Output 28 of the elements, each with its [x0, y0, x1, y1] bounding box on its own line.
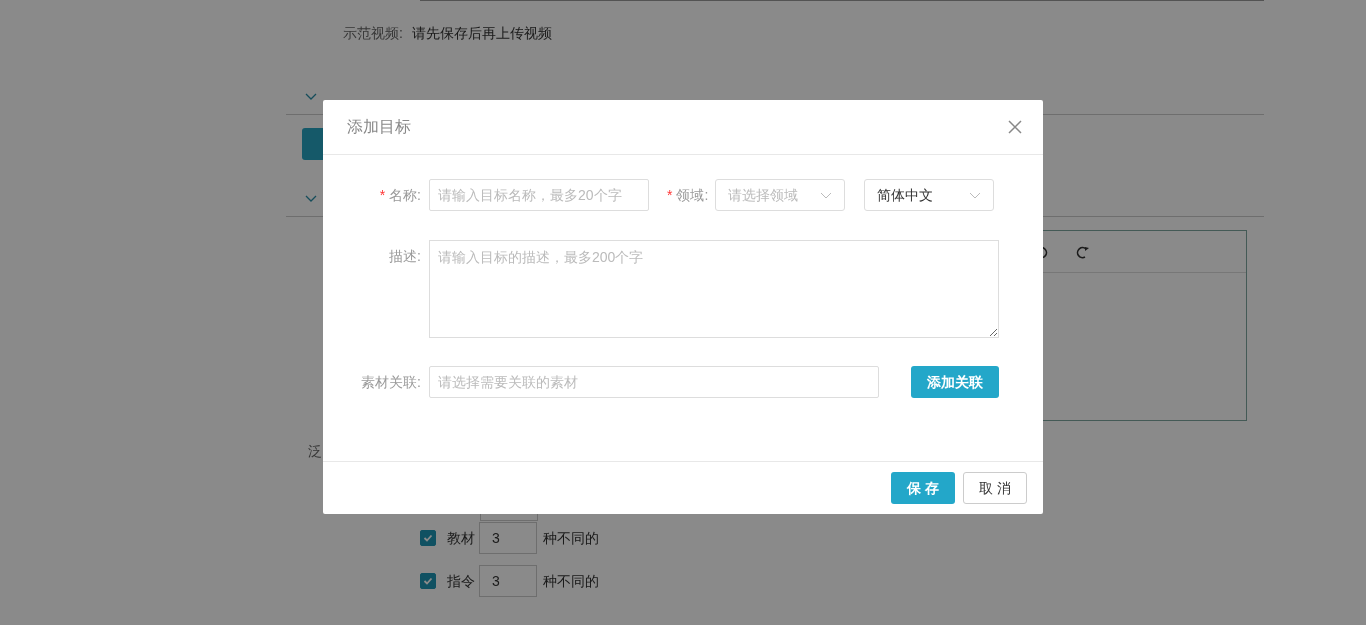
field-label: 描述: — [389, 248, 421, 264]
option-label: 指令 — [447, 571, 475, 591]
check-icon — [423, 576, 433, 586]
language-select[interactable]: 简体中文 — [864, 179, 995, 211]
checkbox[interactable] — [420, 530, 436, 546]
check-icon — [423, 533, 433, 543]
add-link-button[interactable]: 添加关联 — [911, 366, 999, 398]
option-label: 教材 — [447, 528, 475, 548]
close-icon[interactable] — [1007, 119, 1023, 135]
field-label: 领域: — [676, 186, 709, 203]
field-label: 名称: — [389, 186, 421, 203]
required-mark: * — [379, 186, 386, 203]
option-suffix: 种不同的 — [543, 528, 599, 548]
material-field[interactable]: 请选择需要关联的素材 — [429, 366, 879, 398]
field-label: 泛 — [307, 442, 323, 461]
description-field[interactable]: 请输入目标的描述，最多200个字 — [429, 240, 999, 338]
option-suffix: 种不同的 — [543, 571, 599, 591]
required-mark: * — [667, 186, 673, 203]
save-button[interactable]: 保 存 — [891, 472, 955, 504]
cancel-button[interactable]: 取 消 — [963, 472, 1027, 504]
field-label: 示范视频: — [342, 24, 404, 43]
video-hint: 请先保存后再上传视频 — [412, 24, 552, 43]
dialog-title: 添加目标 — [347, 117, 411, 137]
name-field[interactable]: 请输入目标名称，最多20个字 — [429, 179, 649, 211]
count-field[interactable]: 3 — [479, 522, 537, 554]
count-field[interactable]: 3 — [479, 565, 537, 597]
field-label: 素材关联: — [361, 373, 421, 390]
checkbox[interactable] — [420, 573, 436, 589]
